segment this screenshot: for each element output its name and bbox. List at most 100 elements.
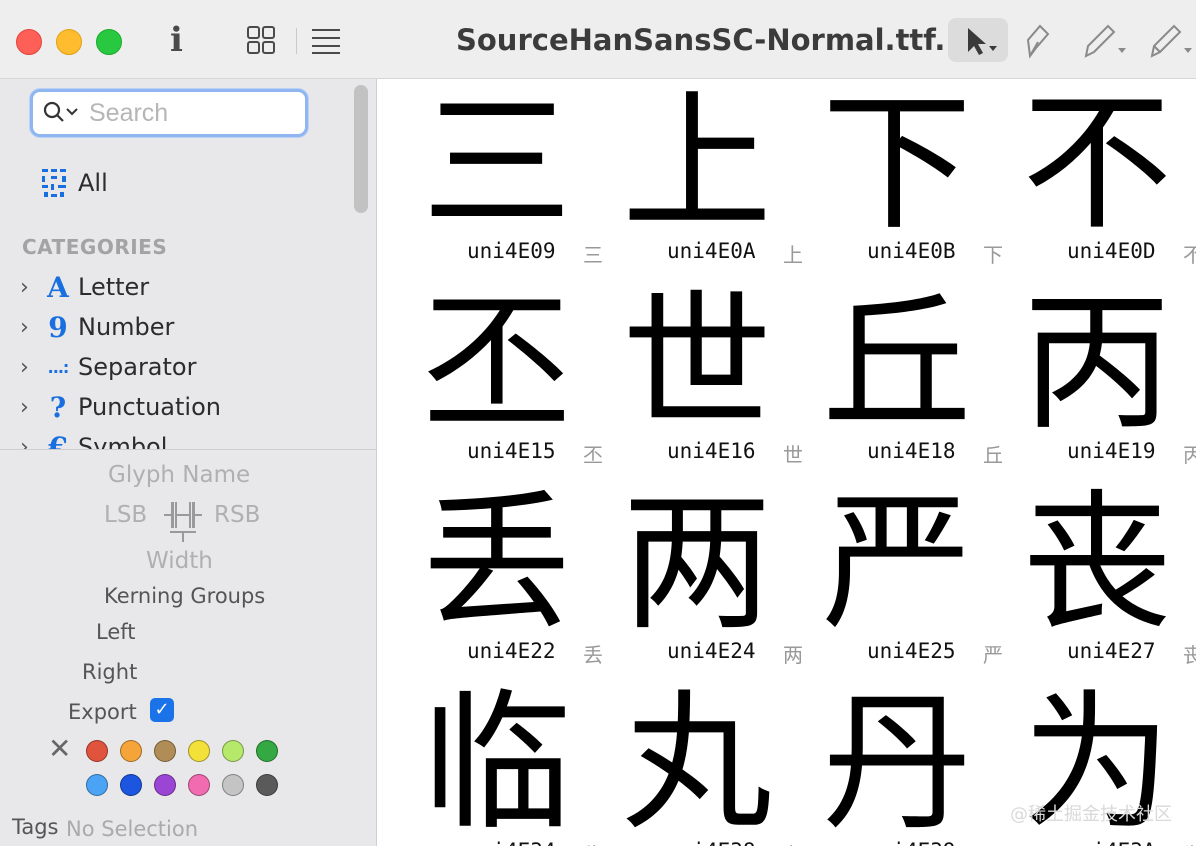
chevron-right-icon[interactable]: › xyxy=(20,435,40,450)
search-icon[interactable] xyxy=(43,101,79,123)
glyph-name-field[interactable]: Glyph Name xyxy=(108,462,250,488)
separator-icon: ...: xyxy=(47,357,70,377)
glyph-preview: 不 xyxy=(1021,79,1172,251)
minimize-window-button[interactable] xyxy=(56,29,82,55)
sidebar-item-label: Punctuation xyxy=(78,393,221,421)
export-checkbox[interactable]: ✓ xyxy=(150,698,174,722)
categories-heading: CATEGORIES xyxy=(22,235,168,259)
glyph-name-label: uni4E34 xyxy=(467,839,556,846)
glyph-name-label: uni4E38 xyxy=(667,839,756,846)
glyph-cell[interactable]: 上 uni4E0A 上 xyxy=(597,79,803,279)
glyph-preview: 三 xyxy=(421,79,572,251)
pointer-tool-button[interactable] xyxy=(948,18,1008,62)
glyph-info-panel: Glyph Name LSB RSB Width Kerning Groups … xyxy=(0,450,376,846)
glyph-preview: 丕 xyxy=(421,277,572,451)
tags-input[interactable]: No Selection xyxy=(66,817,198,841)
toolbar-divider xyxy=(296,28,297,54)
lsb-field[interactable]: LSB xyxy=(104,502,147,528)
chevron-right-icon[interactable]: › xyxy=(20,275,40,300)
glyph-preview: 上 xyxy=(621,79,772,251)
number-icon: 9 xyxy=(48,310,68,344)
color-swatch[interactable] xyxy=(222,740,244,762)
search-input[interactable] xyxy=(87,96,301,130)
color-swatch[interactable] xyxy=(120,774,142,796)
glyph-name-label: uni4E25 xyxy=(867,639,956,663)
kerning-right-label: Right xyxy=(82,660,138,684)
glyph-preview: 丢 xyxy=(421,477,572,651)
color-swatch[interactable] xyxy=(256,774,278,796)
glyph-cell[interactable]: 丕 uni4E15 丕 xyxy=(397,277,603,479)
glyph-preview: 两 xyxy=(621,477,772,651)
glyph-unicode-char: 不 xyxy=(1183,243,1196,267)
glyph-cell[interactable]: 丸uni4E38丸 xyxy=(597,679,803,846)
glyph-unicode-char: 丙 xyxy=(1183,443,1196,467)
sidebar-item-label: Letter xyxy=(78,273,150,301)
glyph-grid[interactable]: 三 uni4E09 三上 uni4E0A 上下 uni4E0B 下不 uni4E0D 不丕 uni… xyxy=(377,79,1196,846)
chevron-right-icon[interactable]: › xyxy=(20,395,40,420)
all-glyphs-icon xyxy=(42,169,66,197)
color-swatch[interactable] xyxy=(188,774,210,796)
color-swatch[interactable] xyxy=(86,774,108,796)
color-swatch[interactable] xyxy=(154,774,176,796)
metrics-icon xyxy=(164,502,202,542)
glyph-name-label: uni4E15 xyxy=(467,439,556,463)
glyph-cell[interactable]: 丹uni4E39丹 xyxy=(797,679,1003,846)
punctuation-icon: ? xyxy=(49,390,67,424)
width-field[interactable]: Width xyxy=(146,548,213,574)
sidebar-item-label: All xyxy=(78,169,108,197)
info-icon[interactable]: i xyxy=(170,20,183,60)
sidebar-scrollbar-thumb[interactable] xyxy=(354,85,368,213)
pencil-icon xyxy=(1150,24,1192,58)
zoom-window-button[interactable] xyxy=(96,29,122,55)
list-view-icon[interactable] xyxy=(311,28,341,54)
glyph-cell[interactable]: 两 uni4E24 两 xyxy=(597,477,803,679)
sidebar-item-label: Symbol xyxy=(78,433,168,449)
glyph-name-label: uni4E22 xyxy=(467,639,556,663)
chevron-right-icon[interactable]: › xyxy=(20,315,40,340)
kerning-groups-label: Kerning Groups xyxy=(104,584,266,608)
glyph-name-label: uni4E0A xyxy=(667,239,756,263)
sidebar: All CATEGORIES › A Letter › 9 Number › .… xyxy=(0,79,377,846)
category-list[interactable]: All CATEGORIES › A Letter › 9 Number › .… xyxy=(0,79,348,449)
glyph-cell[interactable]: 下 uni4E0B 下 xyxy=(797,79,1003,279)
color-swatch[interactable] xyxy=(120,740,142,762)
clear-color-icon[interactable]: ✕ xyxy=(48,735,71,763)
glyph-name-label: uni4E24 xyxy=(667,639,756,663)
color-swatch[interactable] xyxy=(188,740,210,762)
color-swatch[interactable] xyxy=(154,740,176,762)
glyph-cell[interactable]: 丧 uni4E27 丧 xyxy=(997,479,1196,679)
chevron-right-icon[interactable]: › xyxy=(20,355,40,380)
glyph-cell[interactable]: 严 uni4E25 严 xyxy=(797,479,1003,679)
sidebar-item-symbol[interactable]: › € Symbol xyxy=(20,427,340,450)
grid-view-icon[interactable] xyxy=(247,26,275,54)
rsb-field[interactable]: RSB xyxy=(214,502,260,528)
glyph-cell[interactable]: 丢 uni4E22 丢 xyxy=(397,477,603,679)
draw-tool-button[interactable] xyxy=(1020,18,1056,62)
glyph-name-label: uni4E39 xyxy=(867,839,956,846)
color-swatch[interactable] xyxy=(86,740,108,762)
search-field[interactable] xyxy=(30,89,308,137)
glyph-cell[interactable]: 丘 uni4E18 丘 xyxy=(797,279,1003,479)
kerning-left-label: Left xyxy=(96,620,136,644)
export-label: Export xyxy=(68,700,137,724)
sidebar-item-letter[interactable]: › A Letter xyxy=(20,267,340,307)
glyph-name-label: uni4E0B xyxy=(867,239,956,263)
glyph-cell[interactable]: 不 uni4E0D 不 xyxy=(997,79,1196,279)
glyph-preview: 世 xyxy=(621,277,772,451)
color-swatch[interactable] xyxy=(222,774,244,796)
glyph-cell[interactable]: 丙 uni4E19 丙 xyxy=(997,279,1196,479)
glyph-name-label: uni4E18 xyxy=(867,439,956,463)
color-swatch[interactable] xyxy=(256,740,278,762)
close-window-button[interactable] xyxy=(16,29,42,55)
glyph-cell[interactable]: 临uni4E34临 xyxy=(397,679,603,846)
sidebar-item-all[interactable]: All xyxy=(40,163,108,203)
sidebar-item-separator[interactable]: › ...: Separator xyxy=(20,347,340,387)
toolbar: i SourceHanSansSC-Normal.ttf... xyxy=(0,0,1196,79)
sidebar-item-number[interactable]: › 9 Number xyxy=(20,307,340,347)
glyph-cell[interactable]: 世 uni4E16 世 xyxy=(597,277,803,479)
glyph-name-label: uni4E09 xyxy=(467,239,556,263)
pencil-tool-button[interactable] xyxy=(1146,18,1196,62)
glyph-cell[interactable]: 三 uni4E09 三 xyxy=(397,79,603,279)
sidebar-item-punctuation[interactable]: › ? Punctuation xyxy=(20,387,340,427)
pen-tool-button[interactable] xyxy=(1080,18,1130,62)
